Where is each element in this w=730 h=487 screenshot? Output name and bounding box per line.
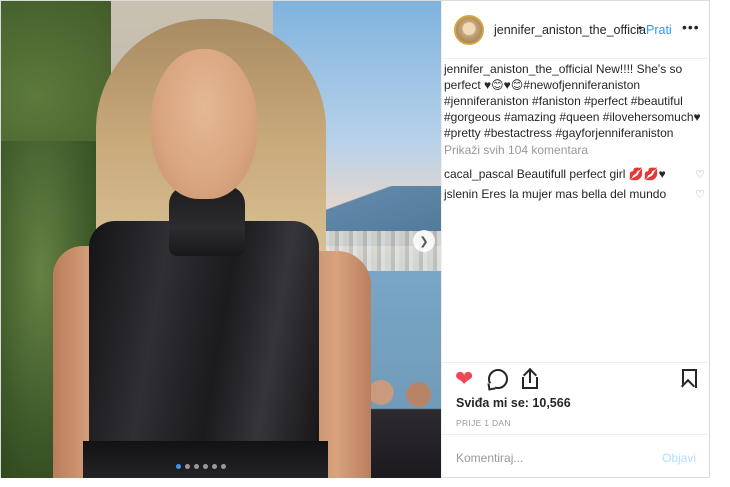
comment-input[interactable] [456, 450, 646, 466]
comment-like-icon[interactable]: ♡ [695, 187, 705, 203]
photo-face [151, 49, 257, 199]
comment-item: jslenin Eres la mujer mas bella del mund… [444, 186, 705, 202]
ellipsis-icon[interactable]: ••• [682, 19, 700, 35]
chevron-right-icon: ❯ [419, 235, 429, 248]
share-upload-icon[interactable] [520, 367, 540, 389]
comment-like-icon[interactable]: ♡ [695, 167, 705, 183]
carousel-dots [176, 464, 226, 469]
comment-text: Beautifull perfect girl 💋💋♥ [516, 167, 666, 181]
add-comment-section: Objavi [442, 434, 711, 478]
view-all-comments-link[interactable]: Prikaži svih 104 komentara [444, 142, 705, 158]
comment-bubble-tail [487, 382, 496, 391]
comment-user[interactable]: cacal_pascal [444, 167, 513, 181]
bookmark-icon[interactable] [680, 369, 697, 394]
header-separator: • [638, 21, 643, 35]
post-timestamp[interactable]: PRIJE 1 DAN [456, 418, 511, 428]
carousel-dot [221, 464, 226, 469]
poster-people [361, 371, 441, 478]
photo-belt [83, 441, 328, 478]
instagram-post: ❯ jennifer_aniston_the_officia • Prati •… [0, 0, 711, 478]
comment-item: cacal_pascal Beautifull perfect girl 💋💋♥… [444, 166, 705, 182]
photo-leather-dress [89, 221, 319, 478]
heart-filled-icon[interactable]: ❤ [455, 368, 473, 390]
comment-user[interactable]: jslenin [444, 187, 478, 201]
action-bar: ❤ [442, 362, 711, 394]
follow-button[interactable]: Prati [646, 23, 672, 37]
post-comment-button[interactable]: Objavi [662, 451, 696, 465]
carousel-dot [212, 464, 217, 469]
comment-bubble-icon[interactable] [487, 369, 508, 391]
comment-text: Eres la mujer mas bella del mundo [481, 187, 667, 201]
comments-panel: jennifer_aniston_the_official New!!!! Sh… [442, 59, 711, 362]
caption-author[interactable]: jennifer_aniston_the_official [444, 62, 593, 76]
carousel-dot [203, 464, 208, 469]
avatar[interactable] [454, 15, 484, 45]
header-username[interactable]: jennifer_aniston_the_officia [494, 23, 646, 37]
post-header: jennifer_aniston_the_officia • Prati ••• [442, 1, 711, 59]
carousel-dot [185, 464, 190, 469]
carousel-dot [194, 464, 199, 469]
post-caption: jennifer_aniston_the_official New!!!! Sh… [444, 61, 705, 141]
carousel-next-button[interactable]: ❯ [413, 230, 435, 252]
likes-count[interactable]: Sviđa mi se: 10,566 [456, 396, 571, 410]
post-photo[interactable]: ❯ [1, 1, 441, 478]
post-sidebar: jennifer_aniston_the_officia • Prati •••… [441, 1, 711, 478]
carousel-dot [176, 464, 181, 469]
